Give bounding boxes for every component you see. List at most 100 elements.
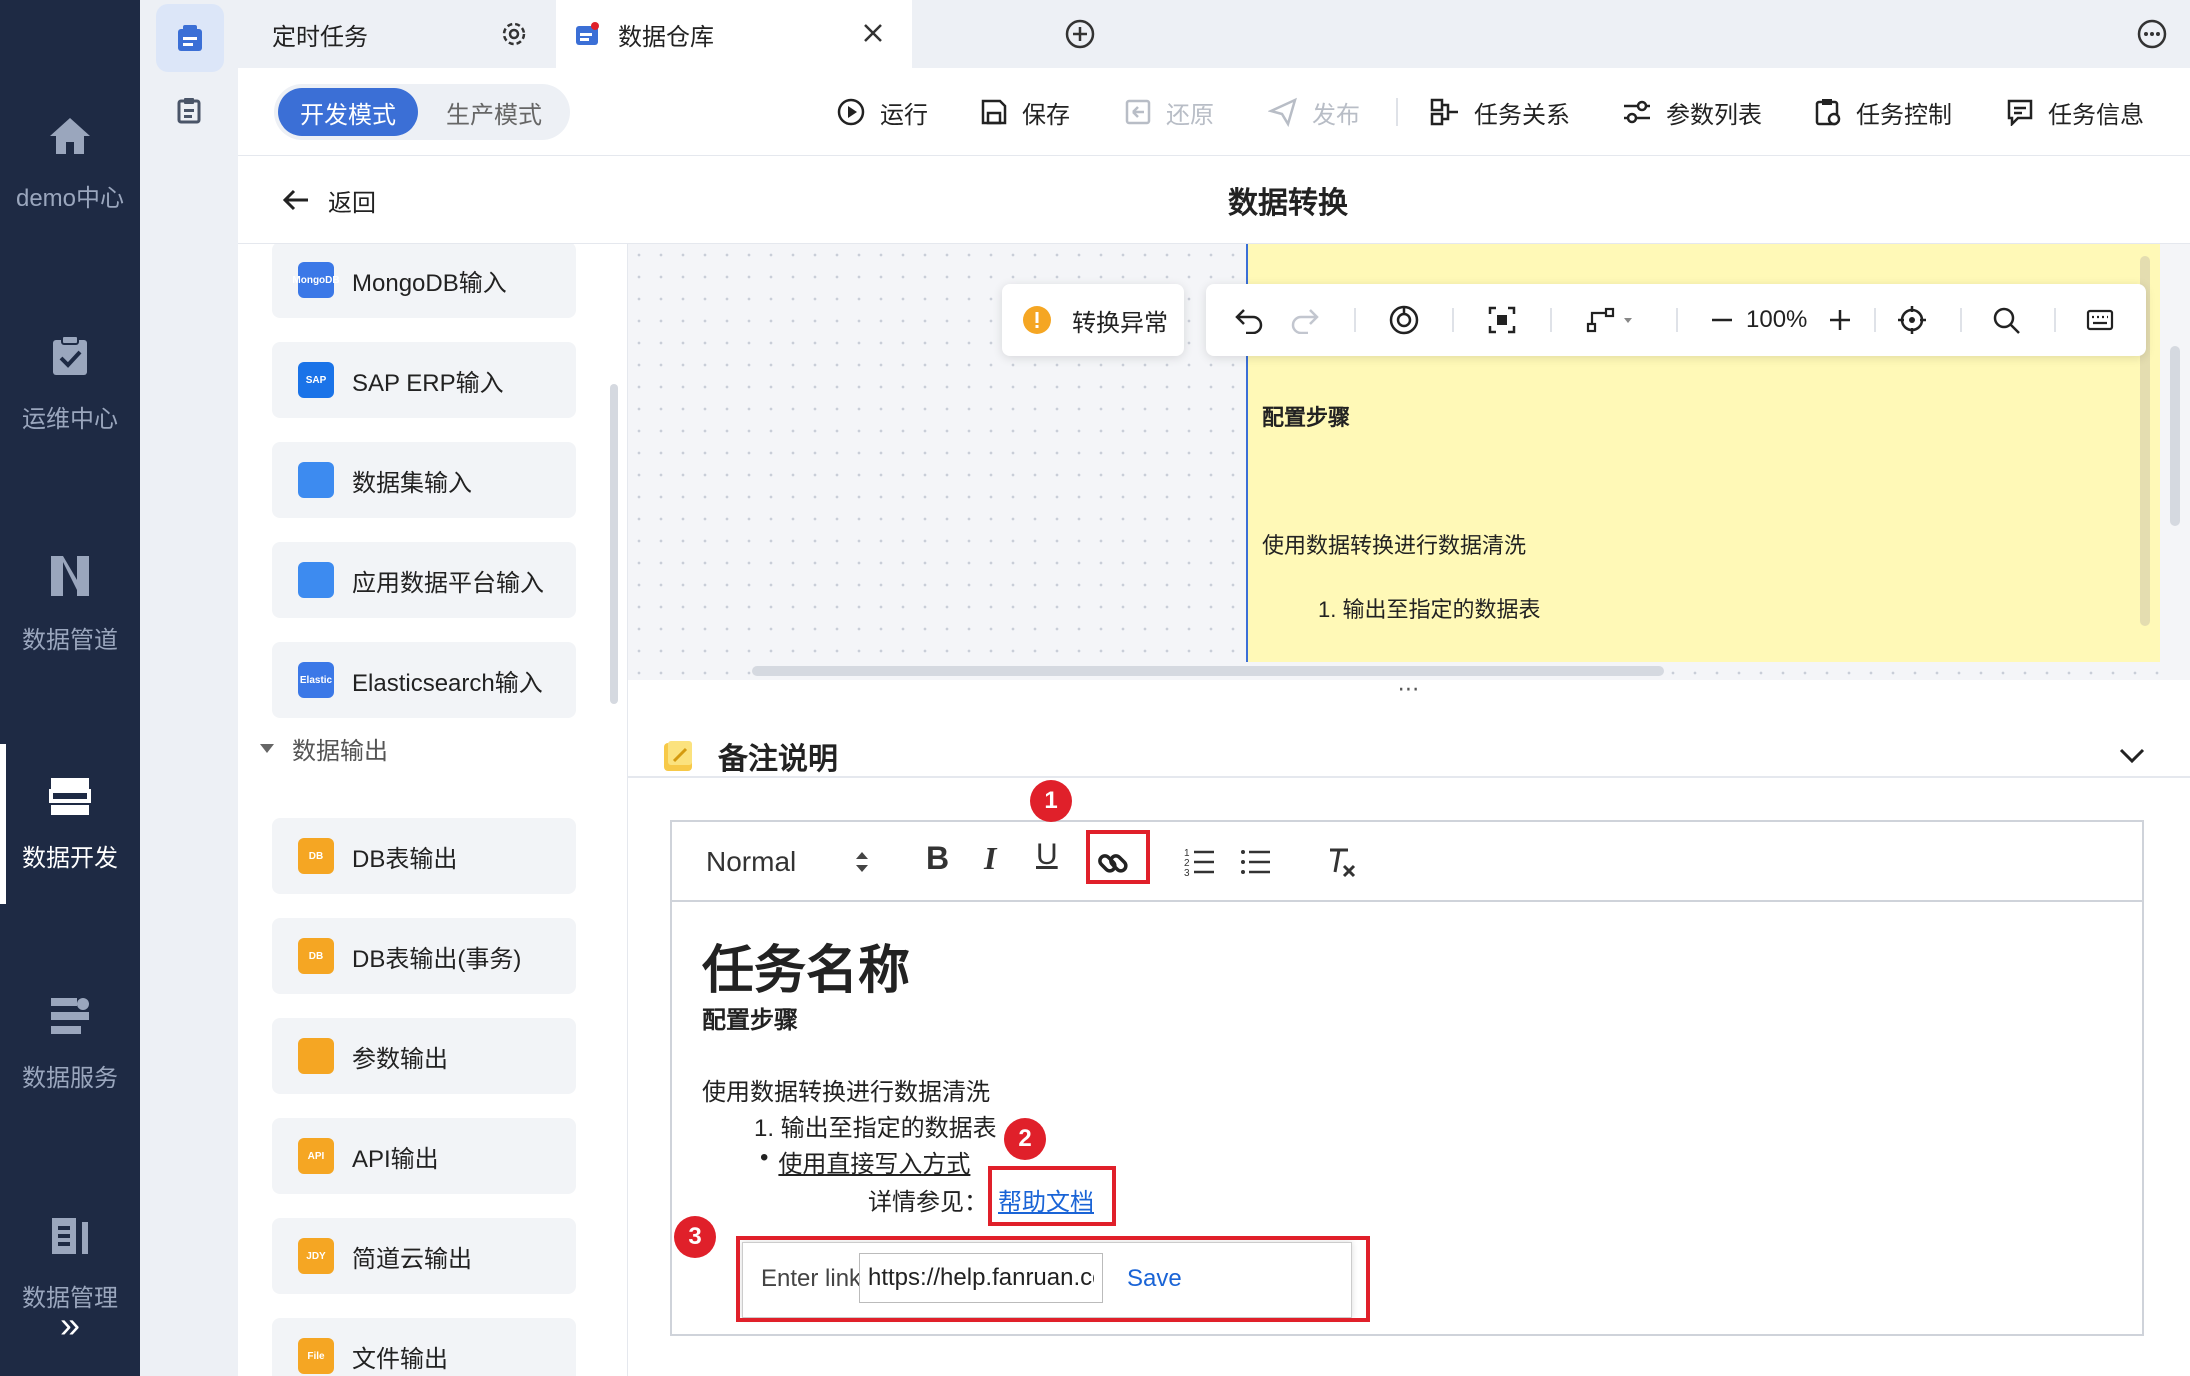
- format-select[interactable]: Normal: [706, 822, 868, 902]
- tab-data-warehouse[interactable]: 数据仓库: [556, 0, 912, 68]
- component-item[interactable]: 参数输出: [272, 1018, 576, 1094]
- tab-label: 数据仓库: [618, 23, 714, 51]
- nav-item-data-pipeline[interactable]: 数据管道: [0, 524, 140, 684]
- data-warehouse-app-icon[interactable]: [156, 4, 224, 72]
- component-panel-scrollbar[interactable]: [610, 384, 618, 704]
- mode-switch: 开发模式 生产模式: [274, 84, 570, 140]
- component-item[interactable]: JDY 简道云输出: [272, 1218, 576, 1294]
- line-style-icon[interactable]: [1586, 306, 1636, 334]
- bullet-dot: •: [760, 1144, 769, 1171]
- arrow-left-icon: [282, 189, 308, 211]
- undo-icon[interactable]: [1234, 306, 1264, 334]
- resize-handle[interactable]: ⋯: [628, 678, 2190, 700]
- nav-item-data-service[interactable]: 数据服务: [0, 964, 140, 1124]
- output-group-header[interactable]: 数据输出: [258, 728, 388, 768]
- chevron-down-icon[interactable]: [2118, 746, 2146, 766]
- select-arrows-icon: [856, 852, 868, 872]
- locate-icon[interactable]: [1896, 304, 1928, 336]
- component-icon: [298, 562, 334, 598]
- home-icon: [50, 117, 90, 154]
- task-info-button[interactable]: 任务信息: [2006, 68, 2144, 156]
- component-item[interactable]: API API输出: [272, 1118, 576, 1194]
- component-label: MongoDB输入: [352, 269, 507, 297]
- nav-label: 运维中心: [22, 405, 118, 433]
- data-dev-icon: [49, 777, 91, 815]
- data-warehouse-tab-icon: [576, 22, 599, 45]
- gear-icon[interactable]: [500, 20, 528, 48]
- task-list-icon[interactable]: [156, 76, 224, 144]
- italic-icon[interactable]: I: [984, 840, 996, 877]
- play-icon: [837, 98, 865, 126]
- task-info-label: 任务信息: [2048, 101, 2144, 129]
- component-label: 文件输出: [352, 1345, 448, 1373]
- save-button[interactable]: 保存: [980, 68, 1070, 156]
- nav-item-data-dev[interactable]: 数据开发: [0, 744, 140, 904]
- keyboard-icon[interactable]: [2086, 308, 2114, 332]
- divider: [1354, 308, 1356, 332]
- collapse-nav-button[interactable]: »: [0, 1290, 140, 1360]
- component-item[interactable]: MongoDB MongoDB输入: [272, 244, 576, 318]
- run-button[interactable]: 运行: [836, 68, 928, 156]
- divider: [1550, 308, 1552, 332]
- component-item[interactable]: File 文件输出: [272, 1318, 576, 1376]
- component-icon: Elastic: [298, 662, 334, 698]
- zoom-out-icon[interactable]: [1710, 308, 1734, 332]
- canvas-horizontal-scrollbar[interactable]: [752, 666, 1664, 676]
- group-label: 数据输出: [292, 737, 388, 765]
- run-label: 运行: [880, 101, 928, 129]
- close-icon[interactable]: [862, 22, 884, 44]
- back-button[interactable]: 返回: [282, 156, 376, 244]
- zoom-in-icon[interactable]: [1828, 308, 1852, 332]
- save-label: 保存: [1022, 101, 1070, 129]
- sliders-icon: [1624, 100, 1650, 124]
- fit-view-icon[interactable]: [1488, 306, 1516, 334]
- bold-icon[interactable]: B: [926, 840, 949, 877]
- task-control-label: 任务控制: [1856, 101, 1952, 129]
- secondary-sidebar: [140, 0, 238, 1376]
- canvas-vertical-scrollbar[interactable]: [2170, 346, 2180, 526]
- divider: [1676, 308, 1678, 332]
- task-relation-button[interactable]: 任务关系: [1430, 68, 1570, 156]
- ordered-list-icon[interactable]: 123: [1184, 846, 1216, 878]
- component-item[interactable]: DB DB表输出(事务): [272, 918, 576, 994]
- component-item[interactable]: Elastic Elasticsearch输入: [272, 642, 576, 718]
- component-item[interactable]: DB DB表输出: [272, 818, 576, 894]
- param-list-button[interactable]: 参数列表: [1622, 68, 1762, 156]
- component-label: Elasticsearch输入: [352, 669, 543, 697]
- data-service-icon: [51, 997, 89, 1034]
- tab-scheduled-task[interactable]: 定时任务: [238, 0, 556, 68]
- prod-mode-button[interactable]: 生产模式: [422, 88, 566, 136]
- remark-title: 备注说明: [718, 743, 838, 776]
- underline-icon[interactable]: U: [1036, 838, 1058, 872]
- component-item[interactable]: 应用数据平台输入: [272, 542, 576, 618]
- more-icon[interactable]: [2136, 18, 2168, 50]
- nav-item-demo-center[interactable]: demo中心: [0, 84, 140, 244]
- remark-header[interactable]: 备注说明: [662, 716, 838, 796]
- task-control-button[interactable]: 任务控制: [1814, 68, 1952, 156]
- restore-button[interactable]: 还原: [1124, 68, 1214, 156]
- publish-label: 发布: [1312, 101, 1360, 129]
- redo-icon[interactable]: [1290, 306, 1320, 334]
- component-icon: API: [298, 1138, 334, 1174]
- content-detail-prefix: 详情参见：: [868, 1189, 988, 1216]
- relation-icon: [1430, 98, 1458, 126]
- clear-format-icon[interactable]: [1326, 846, 1358, 878]
- note-heading: 配置步骤: [1262, 405, 1351, 430]
- nav-item-ops-center[interactable]: 运维中心: [0, 304, 140, 464]
- dev-mode-button[interactable]: 开发模式: [278, 88, 418, 136]
- back-label: 返回: [328, 189, 376, 217]
- component-item[interactable]: 数据集输入: [272, 442, 576, 518]
- component-label: SAP ERP输入: [352, 369, 504, 397]
- component-item[interactable]: SAP SAP ERP输入: [272, 342, 576, 418]
- bullet-list-icon[interactable]: [1240, 846, 1272, 878]
- highlight-box-help-link: [988, 1166, 1116, 1226]
- data-manage-icon: [52, 1217, 88, 1254]
- note-line-2: 1. 输出至指定的数据表: [1318, 597, 1541, 622]
- auto-layout-icon[interactable]: [1388, 304, 1420, 336]
- add-tab-icon[interactable]: [1064, 18, 1096, 50]
- component-icon: [298, 1038, 334, 1074]
- publish-button[interactable]: 发布: [1268, 68, 1360, 156]
- conversion-warning[interactable]: 转换异常: [1002, 284, 1184, 356]
- task-relation-label: 任务关系: [1474, 101, 1570, 129]
- search-icon[interactable]: [1992, 306, 2022, 336]
